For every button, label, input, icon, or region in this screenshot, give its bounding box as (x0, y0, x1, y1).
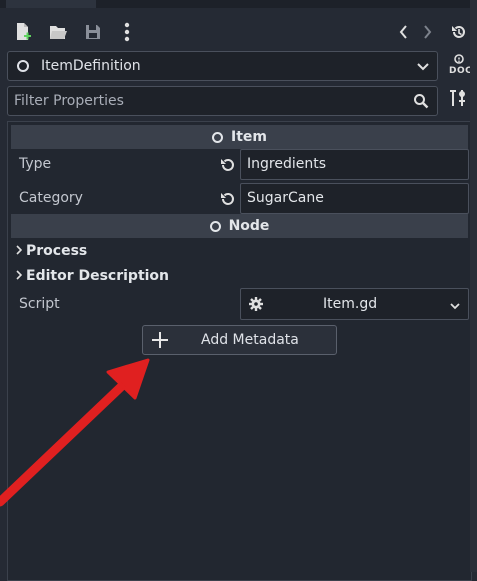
group-label: Editor Description (26, 268, 170, 284)
doc-button-label: DOC (449, 66, 473, 76)
chevron-right-icon[interactable] (415, 18, 441, 46)
doc-button[interactable]: DOC (446, 52, 472, 80)
chevron-right-icon (16, 243, 23, 259)
dock-tab-strip (0, 0, 477, 8)
chevron-left-icon[interactable] (390, 18, 416, 46)
filter-properties-input[interactable]: Filter Properties (7, 86, 438, 116)
save-icon[interactable] (80, 18, 106, 46)
property-row-category: Category SugarCane (11, 183, 469, 215)
node-ring-icon (17, 60, 29, 72)
search-icon (413, 93, 429, 113)
property-label: Type (19, 156, 52, 172)
gear-icon (248, 296, 264, 316)
group-process[interactable]: Process (16, 243, 87, 259)
chevron-down-icon (417, 59, 429, 78)
section-title: Item (231, 129, 267, 145)
node-ring-icon (212, 131, 223, 143)
add-metadata-label: Add Metadata (201, 332, 299, 348)
folder-open-icon[interactable] (45, 18, 71, 46)
property-tools-icon[interactable] (448, 88, 468, 112)
script-value: Item.gd (323, 296, 378, 312)
property-value-field[interactable]: SugarCane (240, 183, 469, 214)
object-selector-value: ItemDefinition (41, 58, 141, 74)
object-selector[interactable]: ItemDefinition (7, 51, 438, 81)
inspector-toolbar (0, 14, 477, 52)
script-resource-picker[interactable]: Item.gd (240, 288, 469, 320)
new-resource-icon[interactable] (10, 18, 36, 46)
group-label: Process (26, 243, 88, 259)
section-item-header[interactable]: Item (11, 125, 468, 149)
script-label: Script (19, 296, 60, 312)
history-icon[interactable] (446, 18, 472, 46)
inspector-scrollbar[interactable] (470, 0, 477, 572)
more-vertical-icon[interactable] (114, 18, 140, 46)
section-node-header[interactable]: Node (11, 214, 468, 238)
revert-icon[interactable] (219, 157, 235, 177)
chevron-down-icon (450, 297, 460, 316)
section-title: Node (228, 218, 270, 234)
group-editor-description[interactable]: Editor Description (16, 268, 169, 284)
property-label: Category (19, 190, 83, 206)
plus-icon (151, 331, 169, 353)
dock-tab-active[interactable] (6, 0, 96, 8)
add-metadata-button[interactable]: Add Metadata (142, 325, 337, 355)
filter-placeholder: Filter Properties (14, 93, 124, 109)
property-value-field[interactable]: Ingredients (240, 149, 469, 180)
chevron-right-icon (16, 268, 23, 284)
node-ring-icon (209, 220, 221, 232)
revert-icon[interactable] (219, 191, 235, 211)
property-row-type: Type Ingredients (11, 149, 469, 181)
